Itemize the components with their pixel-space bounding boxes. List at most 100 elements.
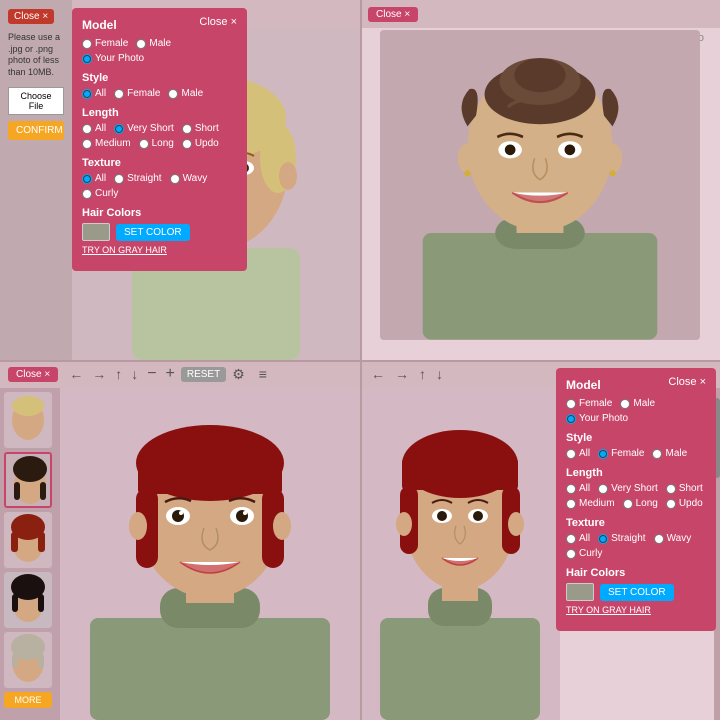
br-style-female-label: Female bbox=[611, 448, 644, 459]
texture-curly-input[interactable] bbox=[82, 189, 92, 199]
texture-straight-label: Straight bbox=[127, 173, 161, 184]
br-length-medium-label: Medium bbox=[579, 498, 615, 509]
bl-minus[interactable]: − bbox=[144, 365, 159, 383]
br-texture-curly-input[interactable] bbox=[566, 549, 576, 559]
br-arrow-left[interactable]: ← bbox=[368, 366, 388, 382]
style-male-input[interactable] bbox=[168, 89, 178, 99]
radio-female-input[interactable] bbox=[82, 39, 92, 49]
br-length-vshort-input[interactable] bbox=[598, 484, 608, 494]
thumb-4[interactable] bbox=[4, 572, 52, 628]
br-texture-title: Texture bbox=[566, 517, 706, 529]
radio-male-label: Male bbox=[149, 38, 171, 49]
br-color-swatch[interactable] bbox=[566, 583, 594, 601]
length-long-label: Long bbox=[152, 138, 174, 149]
length-short: Short bbox=[182, 123, 219, 134]
radio-your-photo-input[interactable] bbox=[82, 54, 92, 64]
br-length-updo-label: Updo bbox=[679, 498, 703, 509]
radio-female: Female bbox=[82, 38, 128, 49]
style-male-label: Male bbox=[181, 88, 203, 99]
panel-top-left-close[interactable]: Close × bbox=[199, 16, 237, 28]
length-updo-label: Updo bbox=[195, 138, 219, 149]
top-right-quadrant: Close × Model Your Photo bbox=[360, 0, 720, 360]
top-right-close-button[interactable]: Close × bbox=[368, 7, 418, 22]
texture-straight-input[interactable] bbox=[114, 174, 124, 184]
texture-all-input[interactable] bbox=[82, 174, 92, 184]
br-length-all-input[interactable] bbox=[566, 484, 576, 494]
thumb-2-selected[interactable] bbox=[4, 452, 52, 508]
length-short-input[interactable] bbox=[182, 124, 192, 134]
length-updo-input[interactable] bbox=[182, 139, 192, 149]
br-style-title: Style bbox=[566, 432, 706, 444]
texture-curly-label: Curly bbox=[95, 188, 118, 199]
length-vshort-label: Very Short bbox=[127, 123, 174, 134]
bl-reset-button[interactable]: RESET bbox=[181, 367, 226, 382]
top-right-model-svg bbox=[380, 30, 700, 340]
thumb-1[interactable] bbox=[4, 392, 52, 448]
br-hair-colors-row: SET COLOR bbox=[566, 583, 706, 601]
bl-arrow-right[interactable]: → bbox=[89, 366, 109, 382]
br-radio-female-input[interactable] bbox=[566, 399, 576, 409]
br-style-all-input[interactable] bbox=[566, 449, 576, 459]
br-length-section: Length All Very Short Short Medium bbox=[566, 467, 706, 509]
length-vshort-input[interactable] bbox=[114, 124, 124, 134]
br-arrow-down[interactable]: ↓ bbox=[433, 366, 446, 382]
bl-arrow-down[interactable]: ↓ bbox=[128, 366, 141, 382]
set-color-button[interactable]: SET COLOR bbox=[116, 224, 190, 241]
top-left-model-panel: Close × Model Female Male Your Photo Sty… bbox=[72, 8, 247, 271]
thumb-3[interactable] bbox=[4, 512, 52, 568]
radio-male-input[interactable] bbox=[136, 39, 146, 49]
br-texture-straight-label: Straight bbox=[611, 533, 645, 544]
br-texture-wavy-input[interactable] bbox=[654, 534, 664, 544]
br-set-color-button[interactable]: SET COLOR bbox=[600, 584, 674, 601]
br-style-female-input[interactable] bbox=[598, 449, 608, 459]
radio-your-photo-label: Your Photo bbox=[95, 53, 144, 64]
br-length-medium-input[interactable] bbox=[566, 499, 576, 509]
bl-arrow-up[interactable]: ↑ bbox=[112, 366, 125, 382]
top-right-toolbar: Close × bbox=[360, 0, 720, 28]
br-length-updo-input[interactable] bbox=[666, 499, 676, 509]
br-arrow-right[interactable]: → bbox=[392, 366, 412, 382]
br-length-short-input[interactable] bbox=[666, 484, 676, 494]
try-gray-button[interactable]: TRY ON GRAY HAIR bbox=[82, 245, 167, 255]
color-swatch[interactable] bbox=[82, 223, 110, 241]
thumb-3-svg bbox=[4, 512, 52, 568]
br-texture-all-input[interactable] bbox=[566, 534, 576, 544]
style-title: Style bbox=[82, 72, 237, 84]
hair-colors-row: SET COLOR bbox=[82, 223, 237, 241]
length-vshort: Very Short bbox=[114, 123, 174, 134]
upload-instruction: Please use a .jpg or .png photo of less … bbox=[8, 32, 64, 79]
more-button[interactable]: MORE bbox=[4, 692, 52, 708]
radio-male: Male bbox=[136, 38, 171, 49]
length-all-input[interactable] bbox=[82, 124, 92, 134]
texture-straight: Straight bbox=[114, 173, 161, 184]
texture-wavy-input[interactable] bbox=[170, 174, 180, 184]
length-medium-input[interactable] bbox=[82, 139, 92, 149]
br-texture-all-label: All bbox=[579, 533, 590, 544]
upload-close-button[interactable]: Close × bbox=[8, 9, 54, 24]
br-try-gray-button[interactable]: TRY ON GRAY HAIR bbox=[566, 605, 651, 615]
length-long-input[interactable] bbox=[139, 139, 149, 149]
top-right-photo-area bbox=[380, 30, 700, 340]
br-radio-your-photo-label: Your Photo bbox=[579, 413, 628, 424]
br-arrow-up[interactable]: ↑ bbox=[416, 366, 429, 382]
br-radio-your-photo-input[interactable] bbox=[566, 414, 576, 424]
bl-plus[interactable]: + bbox=[163, 365, 178, 383]
bl-arrow-left[interactable]: ← bbox=[66, 366, 86, 382]
model-section: Female Male Your Photo bbox=[82, 38, 237, 64]
br-radio-male-input[interactable] bbox=[620, 399, 630, 409]
br-texture-straight-input[interactable] bbox=[598, 534, 608, 544]
br-style-male-input[interactable] bbox=[652, 449, 662, 459]
br-length-vshort-label: Very Short bbox=[611, 483, 658, 494]
bottom-left-close-button[interactable]: Close × bbox=[8, 367, 58, 382]
br-length-long-input[interactable] bbox=[623, 499, 633, 509]
length-all: All bbox=[82, 123, 106, 134]
choose-file-button[interactable]: Choose File bbox=[8, 87, 64, 115]
thumb-5[interactable] bbox=[4, 632, 52, 688]
radio-your-photo: Your Photo bbox=[82, 53, 144, 64]
bl-gear-button[interactable]: ⚙ bbox=[229, 366, 248, 383]
confirm-button[interactable]: CONFIRM bbox=[8, 121, 64, 140]
bottom-right-svg bbox=[360, 388, 560, 720]
panel-br-close[interactable]: Close × bbox=[668, 376, 706, 388]
style-all-input[interactable] bbox=[82, 89, 92, 99]
style-female-input[interactable] bbox=[114, 89, 124, 99]
